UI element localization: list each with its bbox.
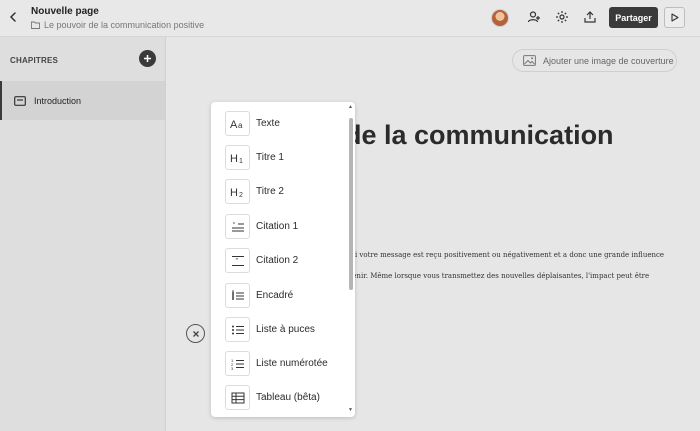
menu-item-label: Texte [256, 118, 280, 129]
svg-text:1: 1 [239, 158, 243, 164]
menu-item-quote-1[interactable]: “ Citation 1 [225, 213, 298, 240]
back-button[interactable] [6, 9, 20, 25]
breadcrumb[interactable]: Le pouvoir de la communication positive [31, 20, 204, 30]
avatar[interactable] [491, 9, 509, 27]
menu-item-label: Titre 2 [256, 186, 284, 197]
numbered-list-icon: 1 2 3 [225, 351, 250, 376]
menu-item-label: Titre 1 [256, 152, 284, 163]
paragraph-line[interactable]: btenir. Même lorsque vous transmettez de… [345, 272, 649, 280]
menu-item-label: Encadré [256, 290, 294, 301]
folder-icon [31, 21, 40, 29]
breadcrumb-label: Le pouvoir de la communication positive [44, 20, 205, 30]
svg-text:”: ” [235, 258, 238, 265]
svg-text:2: 2 [239, 192, 243, 198]
menu-item-label: Liste numérotée [256, 358, 328, 369]
scroll-down-arrow-icon[interactable]: ▼ [348, 407, 353, 413]
menu-item-label: Citation 1 [256, 221, 299, 232]
sidebar-item-introduction[interactable]: Introduction [0, 81, 165, 120]
image-icon [523, 55, 536, 66]
chapters-heading: CHAPITRES [10, 56, 59, 65]
text-icon: Aa [225, 111, 250, 136]
callout-icon [225, 283, 250, 308]
sidebar-item-label: Introduction [34, 95, 82, 106]
quote2-icon: ” [225, 248, 250, 273]
svg-text:A: A [230, 119, 238, 130]
heading1-icon: H1 [225, 145, 250, 170]
menu-item-callout[interactable]: Encadré [225, 282, 293, 309]
settings-button[interactable] [554, 9, 570, 25]
top-bar: Nouvelle page Le pouvoir de la communica… [0, 0, 700, 37]
close-icon [192, 330, 199, 337]
menu-item-label: Tableau (bêta) [256, 392, 320, 403]
menu-item-quote-2[interactable]: ” Citation 2 [225, 247, 298, 274]
chapter-icon [14, 95, 26, 106]
sidebar: CHAPITRES Introduction [0, 37, 166, 431]
menu-item-numbered-list[interactable]: 1 2 3 Liste numérotée [225, 350, 328, 377]
play-icon [670, 13, 679, 22]
menu-item-label: Liste à puces [256, 324, 315, 335]
menu-item-label: Citation 2 [256, 255, 299, 266]
add-cover-image-button[interactable]: Ajouter une image de couverture [512, 49, 677, 72]
menu-scroll-thumb[interactable] [349, 118, 353, 290]
menu-item-bullet-list[interactable]: Liste à puces [225, 316, 315, 343]
export-button[interactable] [582, 9, 598, 25]
add-cover-image-label: Ajouter une image de couverture [543, 55, 674, 66]
add-user-icon [527, 11, 540, 23]
upload-icon [584, 11, 596, 23]
scroll-up-arrow-icon[interactable]: ▲ [348, 104, 353, 110]
document-title[interactable]: de la communication [345, 120, 614, 151]
menu-item-text[interactable]: Aa Texte [225, 110, 280, 137]
page-title[interactable]: Nouvelle page [31, 6, 99, 17]
menu-item-table[interactable]: Tableau (bêta) [225, 384, 320, 411]
menu-item-heading-1[interactable]: H1 Titre 1 [225, 144, 284, 171]
close-menu-button[interactable] [186, 324, 205, 343]
svg-text:3: 3 [231, 366, 234, 370]
svg-text:H: H [230, 153, 238, 164]
svg-text:a: a [238, 121, 243, 130]
gear-icon [556, 11, 568, 23]
paragraph-line[interactable]: e si votre message est reçu positivement… [345, 251, 664, 259]
heading2-icon: H2 [225, 179, 250, 204]
svg-text:H: H [230, 187, 238, 198]
block-type-menu: Aa Texte H1 Titre 1 H2 Titre 2 “ Citatio… [211, 102, 355, 417]
menu-item-heading-2[interactable]: H2 Titre 2 [225, 178, 284, 205]
bullet-list-icon [225, 317, 250, 342]
plus-icon [144, 55, 151, 62]
chevron-left-icon [9, 12, 16, 22]
share-button[interactable]: Partager [609, 7, 658, 28]
add-chapter-button[interactable] [139, 50, 156, 67]
add-user-button[interactable] [526, 9, 542, 25]
quote1-icon: “ [225, 214, 250, 239]
table-icon [225, 385, 250, 410]
preview-button[interactable] [664, 7, 685, 28]
